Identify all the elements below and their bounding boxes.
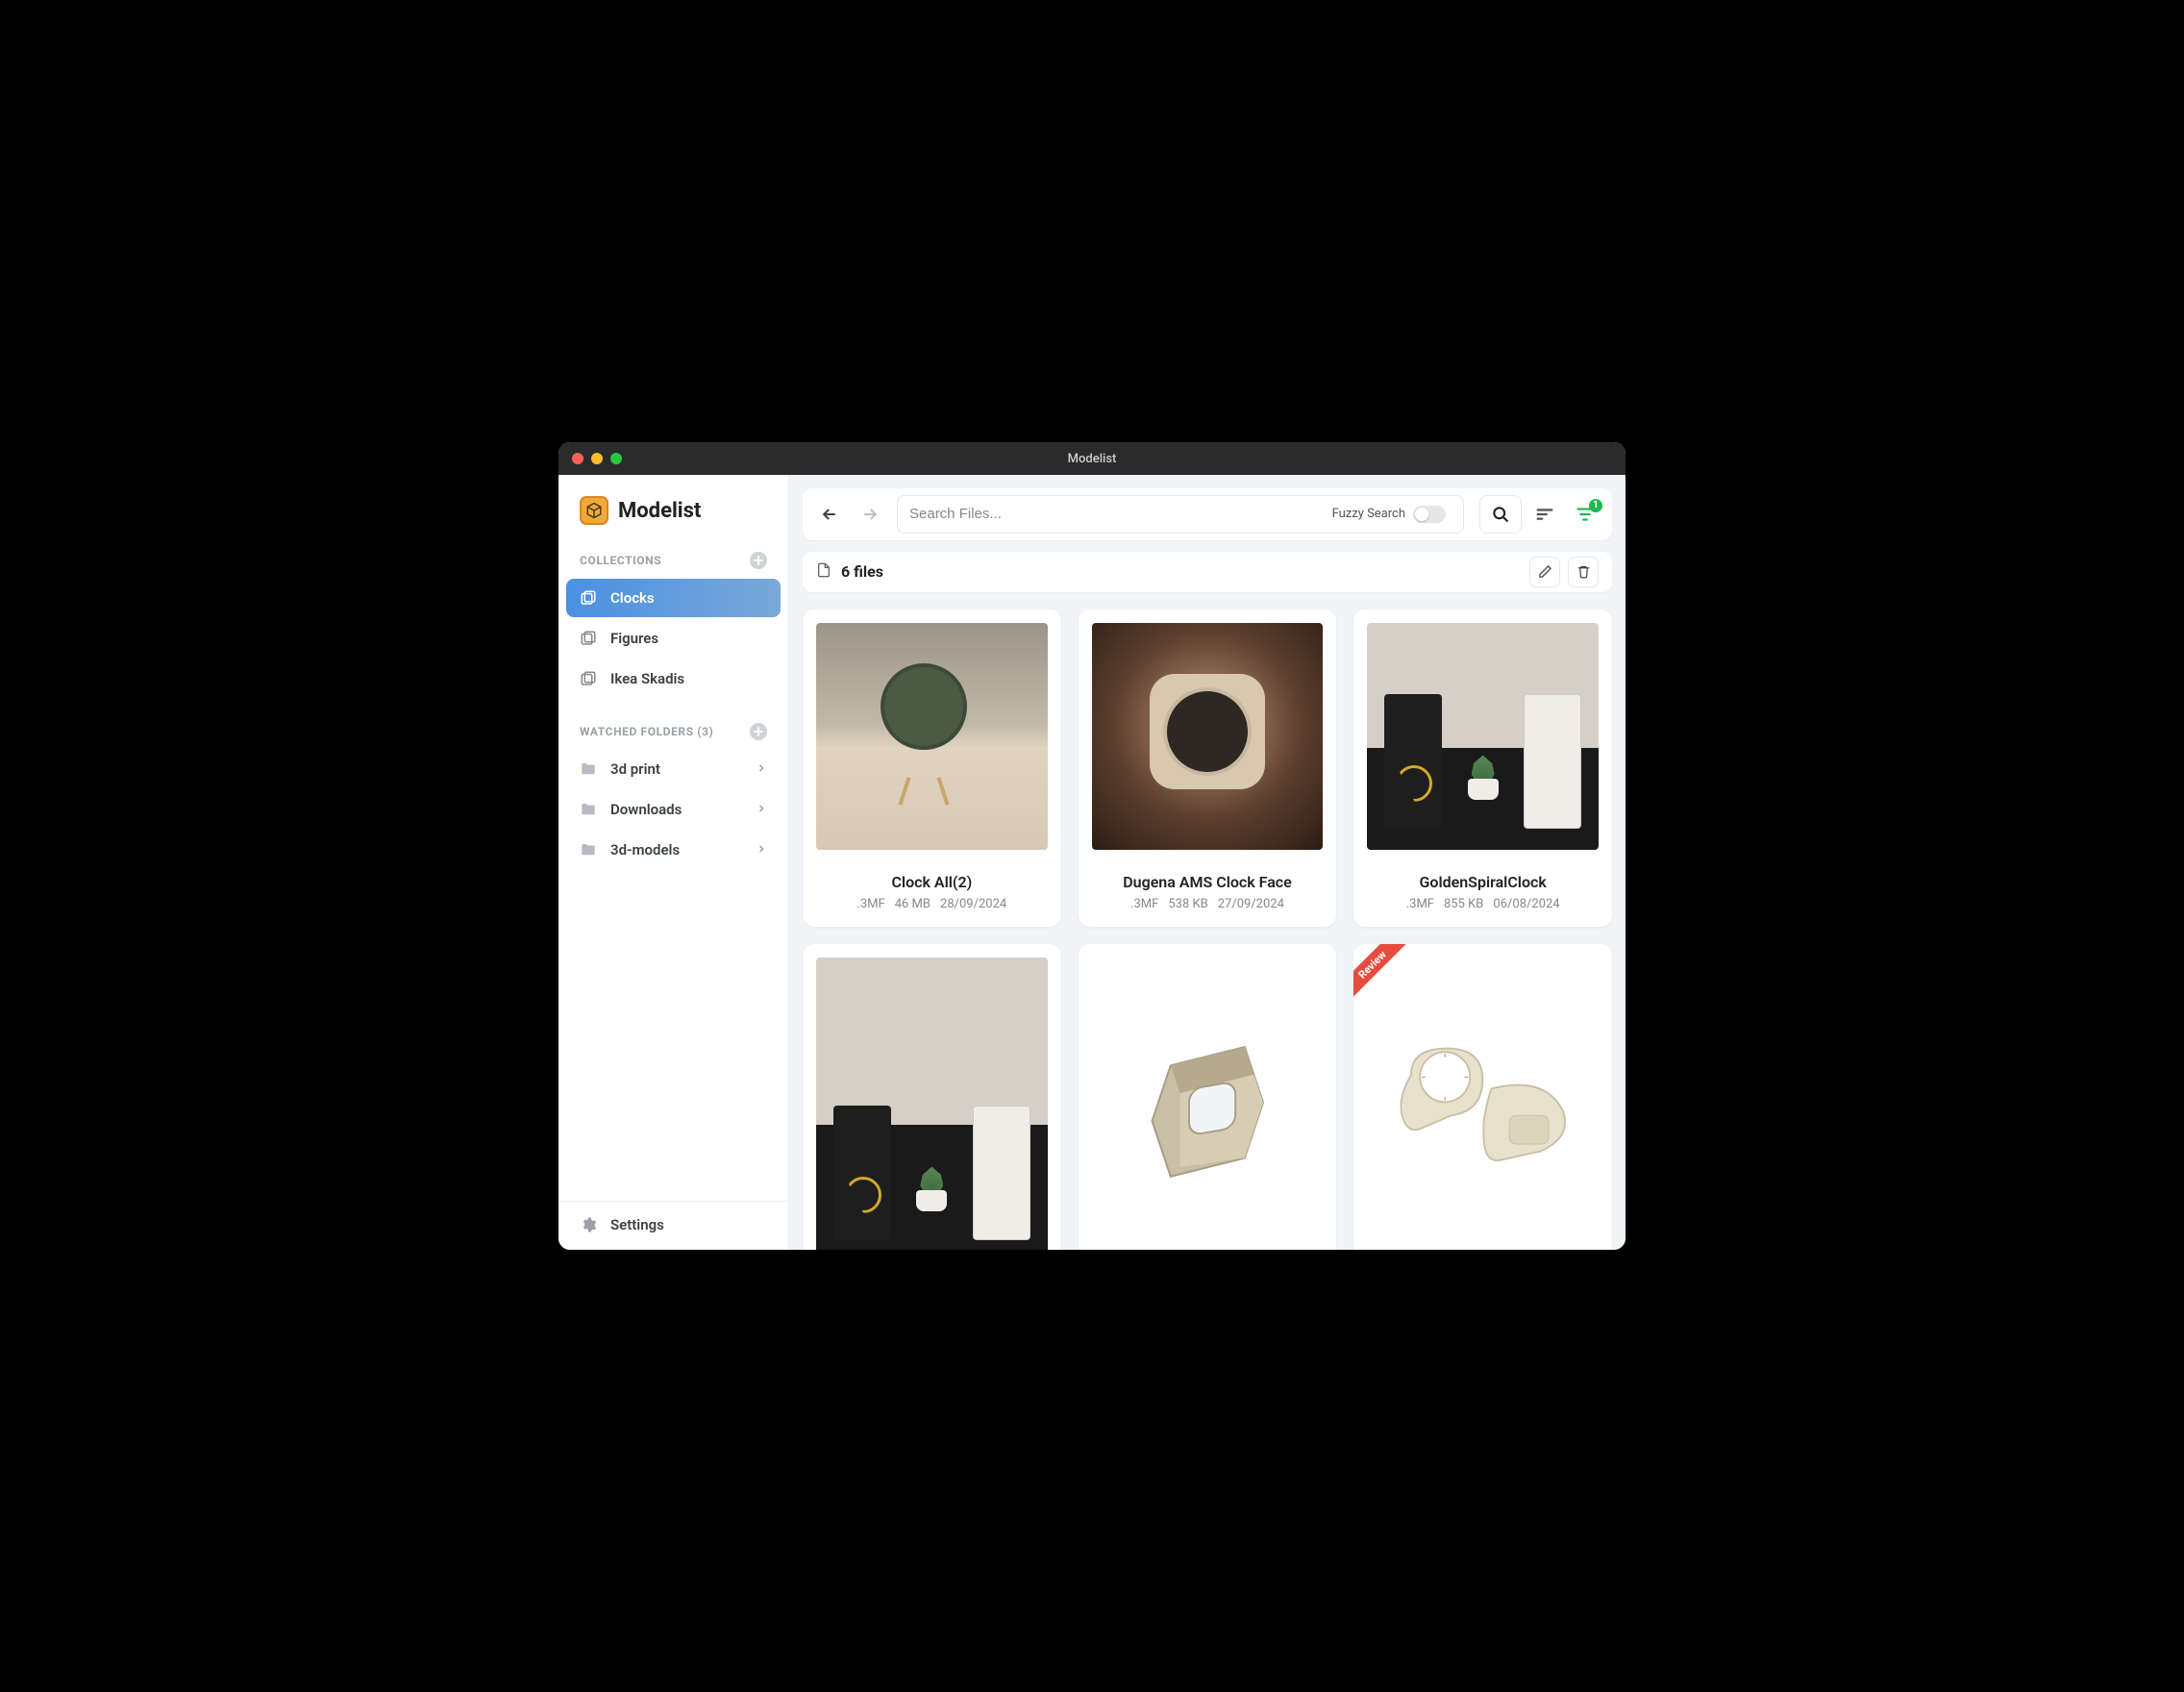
- topbar: Fuzzy Search 1: [803, 488, 1612, 540]
- collections-list: Clocks Figures Ikea Skadis: [558, 575, 788, 704]
- main: Fuzzy Search 1 6 f: [789, 475, 1626, 1250]
- zoom-window[interactable]: [610, 453, 622, 464]
- sidebar-item-label: Figures: [610, 630, 658, 647]
- summary-actions: [1529, 557, 1599, 587]
- sidebar-item-figures[interactable]: Figures: [566, 619, 781, 658]
- card-ext: .3MF: [1406, 897, 1434, 911]
- close-window[interactable]: [572, 453, 583, 464]
- titlebar: Modelist: [558, 442, 1626, 475]
- card-meta: GoldenSpiralClock .3MF 855 KB 06/08/2024: [1353, 863, 1612, 927]
- chevron-right-icon: [756, 801, 767, 818]
- card-meta: Dugena AMS Clock Face .3MF 538 KB 27/09/…: [1079, 863, 1337, 927]
- collections-header: COLLECTIONS: [558, 546, 788, 575]
- content: Modelist COLLECTIONS Clocks: [558, 475, 1626, 1250]
- fuzzy-label: Fuzzy Search: [1332, 507, 1405, 521]
- card-size: 46 MB: [895, 897, 931, 911]
- summary-bar: 6 files: [803, 552, 1612, 592]
- file-count: 6 files: [841, 562, 883, 581]
- watched-folders-header: WATCHED FOLDERS (3): [558, 717, 788, 746]
- thumbnail: [1079, 610, 1337, 863]
- search-submit-button[interactable]: [1479, 495, 1522, 534]
- thumbnail: [803, 610, 1061, 863]
- card-size: 855 KB: [1444, 897, 1483, 911]
- card-date: 27/09/2024: [1218, 897, 1284, 911]
- search-field-wrap: Fuzzy Search: [897, 495, 1464, 534]
- collection-icon: [580, 670, 597, 687]
- sidebar-folder-3d-print[interactable]: 3d print: [566, 750, 781, 788]
- app-window: Modelist Modelist COLLECTIONS: [558, 442, 1626, 1250]
- add-watched-folder-button[interactable]: [750, 723, 767, 740]
- sidebar-folder-3d-models[interactable]: 3d-models: [566, 831, 781, 869]
- window-title: Modelist: [558, 452, 1626, 466]
- watched-folders-list: 3d print Downloads: [558, 746, 788, 875]
- files-grid: Clock All(2) .3MF 46 MB 28/09/2024 D: [789, 592, 1626, 1250]
- chevron-right-icon: [756, 760, 767, 778]
- filter-button[interactable]: 1: [1568, 497, 1602, 532]
- file-card[interactable]: Clock All(2) .3MF 46 MB 28/09/2024: [803, 610, 1061, 927]
- sidebar-item-ikea-skadis[interactable]: Ikea Skadis: [566, 659, 781, 698]
- file-card[interactable]: Review: [1353, 944, 1612, 1250]
- file-card[interactable]: Dugena AMS Clock Face .3MF 538 KB 27/09/…: [1079, 610, 1337, 927]
- file-icon: [816, 562, 831, 582]
- settings-button[interactable]: Settings: [566, 1206, 781, 1244]
- sidebar-item-label: Ikea Skadis: [610, 670, 684, 687]
- thumbnail: [1079, 944, 1337, 1250]
- collection-icon: [580, 630, 597, 647]
- add-collection-button[interactable]: [750, 552, 767, 569]
- minimize-window[interactable]: [591, 453, 603, 464]
- folder-icon: [580, 760, 597, 778]
- thumbnail: [803, 944, 1061, 1250]
- brand-name: Modelist: [618, 499, 701, 523]
- delete-button[interactable]: [1568, 557, 1599, 587]
- sidebar-item-label: 3d print: [610, 760, 660, 778]
- sidebar-item-label: Clocks: [610, 589, 655, 607]
- file-card[interactable]: [1079, 944, 1337, 1250]
- settings-label: Settings: [610, 1216, 664, 1233]
- brand-icon: [580, 496, 608, 525]
- card-date: 28/09/2024: [940, 897, 1006, 911]
- collections-label: COLLECTIONS: [580, 554, 661, 567]
- card-date: 06/08/2024: [1493, 897, 1559, 911]
- watched-folders-label: WATCHED FOLDERS (3): [580, 725, 713, 738]
- card-size: 538 KB: [1168, 897, 1207, 911]
- sidebar-footer: Settings: [558, 1201, 788, 1250]
- folder-icon: [580, 801, 597, 818]
- file-card[interactable]: GoldenSpiralClock .3MF 855 KB 06/08/2024: [1353, 610, 1612, 927]
- sidebar-folder-downloads[interactable]: Downloads: [566, 790, 781, 829]
- file-card[interactable]: [803, 944, 1061, 1250]
- collection-icon: [580, 589, 597, 607]
- gear-icon: [580, 1216, 597, 1233]
- edit-button[interactable]: [1529, 557, 1560, 587]
- sidebar-item-clocks[interactable]: Clocks: [566, 579, 781, 617]
- card-title: GoldenSpiralClock: [1365, 873, 1601, 891]
- card-title: Dugena AMS Clock Face: [1090, 873, 1326, 891]
- card-title: Clock All(2): [814, 873, 1050, 891]
- card-meta: Clock All(2) .3MF 46 MB 28/09/2024: [803, 863, 1061, 927]
- thumbnail: [1353, 610, 1612, 863]
- filter-badge: 1: [1589, 499, 1602, 512]
- folder-icon: [580, 841, 597, 858]
- sort-button[interactable]: [1527, 497, 1562, 532]
- card-ext: .3MF: [856, 897, 884, 911]
- card-ext: .3MF: [1130, 897, 1158, 911]
- thumbnail: [1353, 944, 1612, 1250]
- search-input[interactable]: [909, 506, 1332, 522]
- traffic-lights: [572, 453, 622, 464]
- nav-forward-button[interactable]: [853, 497, 887, 532]
- sidebar-item-label: 3d-models: [610, 841, 680, 858]
- fuzzy-search-control: Fuzzy Search: [1332, 506, 1446, 523]
- sidebar: Modelist COLLECTIONS Clocks: [558, 475, 789, 1250]
- nav-back-button[interactable]: [812, 497, 847, 532]
- chevron-right-icon: [756, 841, 767, 858]
- brand: Modelist: [558, 475, 788, 542]
- sidebar-item-label: Downloads: [610, 801, 682, 818]
- fuzzy-toggle[interactable]: [1413, 506, 1446, 523]
